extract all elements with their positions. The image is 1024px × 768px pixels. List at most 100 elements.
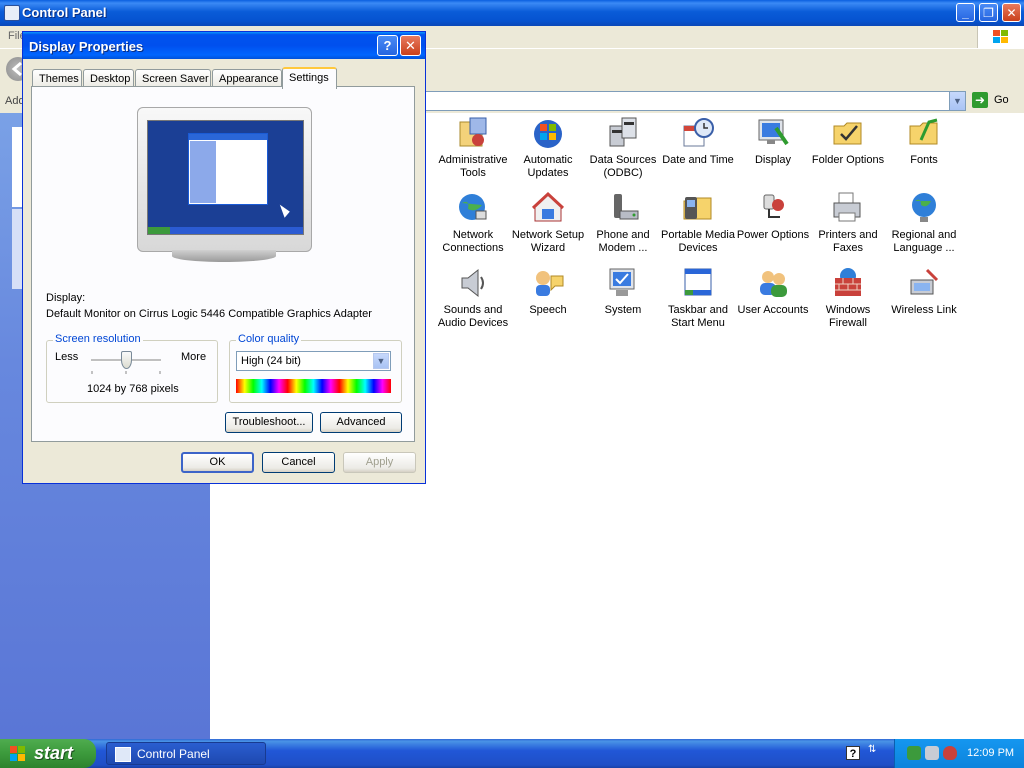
cp-item-label: Firewall [829,317,867,329]
cp-item-label: Connections [442,242,504,254]
tab-appearance[interactable]: Appearance [212,69,282,87]
cp-item-automatic-updates[interactable]: Automatic Updates [510,116,586,180]
cp-item-label: Tools [460,167,486,179]
cp-item-taskbar-start-menu[interactable]: Taskbar and Start Menu [660,266,736,330]
windows-flag-icon [993,30,1008,43]
resolution-slider-thumb[interactable] [120,351,132,369]
resolution-value: 1024 by 768 pixels [87,383,179,395]
user-accounts-icon [756,266,790,300]
tab-settings[interactable]: Settings [282,67,337,89]
help-icon: ? [383,38,392,53]
close-button[interactable]: ✕ [1002,3,1021,22]
cp-item-label: Fonts [910,154,938,166]
administrative-tools-icon [456,116,490,150]
cp-item-label: Power Options [736,229,810,241]
help-icon[interactable]: ? [846,746,860,760]
advanced-button[interactable]: Advanced [320,412,402,433]
cp-item-printers-faxes[interactable]: Printers and Faxes [810,191,886,255]
tab-themes[interactable]: Themes [32,69,82,87]
start-button[interactable]: start [0,739,96,768]
cp-item-label: Network Setup [511,229,585,241]
regional-language-icon [907,191,941,225]
cp-item-fonts[interactable]: Fonts [886,116,962,167]
cancel-button[interactable]: Cancel [262,452,335,473]
cp-item-label: Administrative [438,154,508,166]
cp-item-windows-firewall[interactable]: Windows Firewall [810,266,886,330]
cp-item-data-sources[interactable]: Data Sources (ODBC) [585,116,661,180]
apply-button[interactable]: Apply [343,452,416,473]
cp-item-phone-modem[interactable]: Phone and Modem ... [585,191,661,255]
cp-item-display[interactable]: Display [735,116,811,167]
address-dropdown-button[interactable]: ▼ [949,91,966,111]
cp-item-label: Phone and [596,229,650,241]
display-icon [756,116,790,150]
cp-item-label: Wizard [530,242,566,254]
chevron-down-icon[interactable]: ▼ [373,353,389,369]
color-quality-title: Color quality [236,333,302,345]
cp-item-label: Modem ... [598,242,648,254]
cp-item-label: Regional and [891,229,957,241]
dialog-titlebar[interactable]: Display Properties ? ✕ [23,32,425,59]
cp-item-regional-language[interactable]: Regional and Language ... [886,191,962,255]
security-tray-icon[interactable] [925,746,939,760]
cp-item-sounds-audio[interactable]: Sounds and Audio Devices [435,266,511,330]
control-panel-icon [115,747,131,762]
ok-button[interactable]: OK [181,452,254,473]
cp-item-speech[interactable]: Speech [510,266,586,317]
task-pane-box[interactable] [12,209,22,289]
taskbar-start-icon [681,266,715,300]
language-bar-icon[interactable]: ⇅ [868,744,876,755]
go-button[interactable]: ➜ Go [972,92,1022,110]
shield-icon[interactable] [943,746,957,760]
cp-item-label: (ODBC) [603,167,643,179]
cp-item-user-accounts[interactable]: User Accounts [735,266,811,317]
cp-item-folder-options[interactable]: Folder Options [810,116,886,167]
system-icon [606,266,640,300]
preview-window-titlebar [189,134,267,140]
dialog-title: Display Properties [29,39,144,54]
portable-media-icon [681,191,715,225]
mouse-cursor-icon [279,202,292,218]
tab-screen-saver[interactable]: Screen Saver [135,69,211,87]
monitor-preview [137,107,312,252]
windows-flag-icon [10,746,25,761]
cp-item-label: Windows [825,304,871,316]
cp-item-label: System [604,304,642,316]
cp-item-power-options[interactable]: Power Options [735,191,811,242]
cp-item-label: User Accounts [737,304,809,316]
cp-item-label: Printers and [818,229,878,241]
resolution-less-label: Less [55,351,79,363]
folder-options-icon [831,116,865,150]
troubleshoot-button[interactable]: Troubleshoot... [225,412,313,433]
cp-item-network-setup-wizard[interactable]: Network Setup Wizard [510,191,586,255]
cp-item-administrative-tools[interactable]: Administrative Tools [435,116,511,180]
task-pane-box[interactable] [12,127,22,207]
cp-item-label: Faxes [833,242,863,254]
tab-desktop[interactable]: Desktop [83,69,134,87]
monitor-stand [172,250,276,262]
cp-item-label: Date and Time [662,154,734,166]
cp-item-system[interactable]: System [585,266,661,317]
speech-icon [531,266,565,300]
network-tray-icon[interactable] [907,746,921,760]
screen-resolution-group: Screen resolution Less More 1024 by 768 … [46,333,218,403]
cp-item-portable-media-devices[interactable]: Portable Media Devices [660,191,736,255]
cp-item-date-time[interactable]: Date and Time [660,116,736,167]
automatic-updates-icon [531,116,565,150]
taskbar-button-control-panel[interactable]: Control Panel [106,742,266,765]
dialog-help-button[interactable]: ? [377,35,398,56]
taskbar: start Control Panel ? ⇅ 12:09 PM [0,739,1024,768]
sounds-audio-icon [456,266,490,300]
color-spectrum-bar [236,379,391,393]
preview-start-button [148,227,170,234]
data-sources-icon [606,116,640,150]
dialog-close-button[interactable]: ✕ [400,35,421,56]
cp-item-label: Sounds and [443,304,503,316]
cp-item-wireless-link[interactable]: Wireless Link [886,266,962,317]
color-quality-select[interactable]: High (24 bit) ▼ [236,351,391,371]
cp-item-network-connections[interactable]: Network Connections [435,191,511,255]
screen-resolution-title: Screen resolution [53,333,143,345]
maximize-button[interactable]: ❐ [979,3,998,22]
minimize-button[interactable]: _ [956,3,975,22]
minimize-icon: _ [962,6,969,20]
